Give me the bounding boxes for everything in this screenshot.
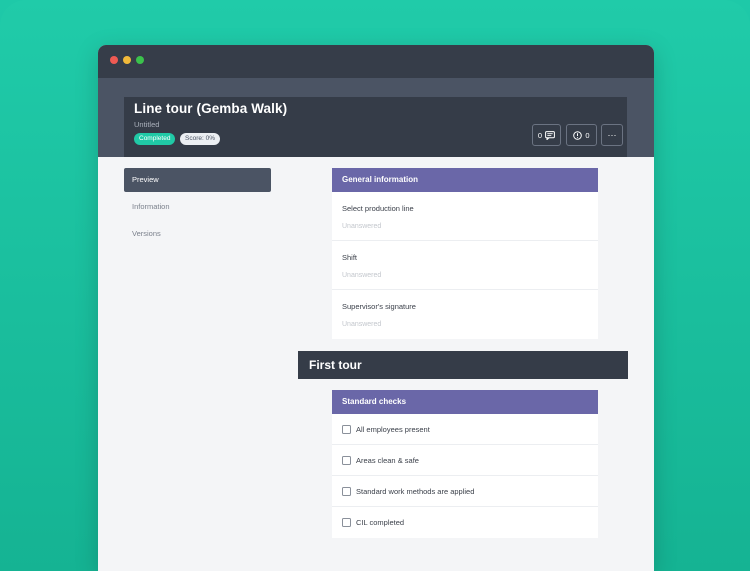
checkbox[interactable] [342, 518, 351, 527]
standard-checks-section: Standard checks All employees present Ar… [332, 390, 598, 538]
checklist-item[interactable]: Standard work methods are applied [332, 476, 598, 507]
checklist-item-label: All employees present [356, 424, 430, 434]
comments-button[interactable]: 0 [532, 124, 561, 146]
comments-count: 0 [537, 130, 543, 140]
question-row[interactable]: Supervisor's signature Unanswered [332, 290, 598, 339]
checkbox[interactable] [342, 424, 351, 434]
general-information-section: General information Select production li… [332, 168, 598, 339]
sidebar-item-versions[interactable]: Versions [124, 222, 271, 246]
maximize-window-button[interactable] [136, 56, 144, 64]
issues-count: 0 [585, 130, 590, 140]
answer-value: Unanswered [342, 223, 382, 230]
page-subtitle: Untitled [134, 120, 160, 129]
status-badge: Completed [134, 133, 176, 145]
question-label: Select production line [342, 204, 414, 213]
answer-value: Unanswered [342, 272, 382, 279]
sidebar-item-preview[interactable]: Preview [124, 168, 271, 192]
checklist-item-label: CIL completed [356, 518, 405, 527]
question-label: Shift [342, 253, 358, 262]
page-title: Line tour (Gemba Walk) [134, 101, 288, 116]
answer-value: Unanswered [342, 321, 382, 328]
comment-icon [545, 130, 555, 140]
app-window: Line tour (Gemba Walk) Untitled Complete… [98, 45, 654, 571]
close-window-button[interactable] [110, 56, 118, 64]
alert-circle-icon [573, 130, 583, 140]
tour-banner: First tour [298, 351, 628, 379]
issues-button[interactable]: 0 [566, 124, 597, 146]
sidebar: Preview Information Versions [124, 168, 271, 249]
checklist-item[interactable]: All employees present [332, 414, 598, 445]
score-badge: Score: 0% [180, 133, 220, 145]
more-options-button[interactable]: ··· [601, 124, 623, 146]
minimize-window-button[interactable] [123, 56, 131, 64]
checkbox[interactable] [342, 455, 351, 465]
checklist-item-label: Areas clean & safe [356, 455, 419, 465]
checklist-item-label: Standard work methods are applied [356, 486, 475, 496]
checkbox[interactable] [342, 486, 351, 496]
question-label: Supervisor's signature [342, 302, 416, 311]
inspection-header: Line tour (Gemba Walk) Untitled Complete… [124, 97, 627, 157]
section-header: Standard checks [332, 390, 598, 414]
checklist-item[interactable]: CIL completed [332, 507, 598, 538]
question-row[interactable]: Shift Unanswered [332, 241, 598, 290]
section-header: General information [332, 168, 598, 192]
checklist-item[interactable]: Areas clean & safe [332, 445, 598, 476]
window-titlebar [98, 45, 654, 78]
question-row[interactable]: Select production line Unanswered [332, 192, 598, 241]
more-icon: ··· [607, 130, 617, 140]
sidebar-item-information[interactable]: Information [124, 195, 271, 219]
